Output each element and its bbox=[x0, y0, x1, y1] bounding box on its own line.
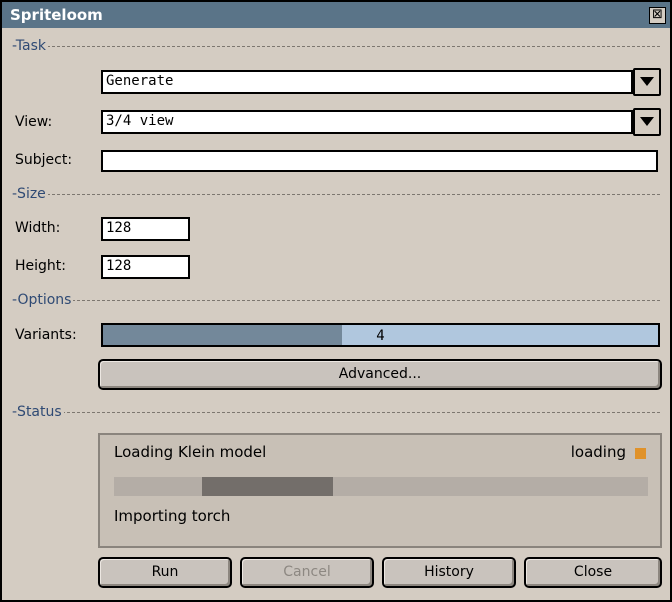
advanced-button[interactable]: Advanced... bbox=[98, 359, 662, 390]
window-title: Spriteloom bbox=[10, 6, 103, 24]
status-message: Loading Klein model bbox=[114, 443, 267, 461]
section-divider bbox=[12, 194, 660, 195]
section-divider bbox=[12, 300, 660, 301]
section-task: -Task bbox=[12, 38, 660, 54]
height-input[interactable]: 128 bbox=[101, 255, 190, 279]
view-label: View: bbox=[15, 114, 53, 130]
status-indicator-icon bbox=[635, 448, 646, 459]
close-window-icon[interactable]: ⊠ bbox=[649, 7, 666, 24]
variants-value: 4 bbox=[376, 328, 385, 344]
view-select[interactable]: 3/4 view bbox=[101, 110, 633, 134]
section-status-label: -Status bbox=[12, 404, 64, 420]
history-button[interactable]: History bbox=[382, 557, 516, 588]
run-button[interactable]: Run bbox=[98, 557, 232, 588]
view-dropdown-button[interactable] bbox=[633, 108, 661, 136]
spriteloom-window: Spriteloom ⊠ -Task Generate View: 3/4 vi… bbox=[0, 0, 672, 602]
variants-label: Variants: bbox=[15, 327, 77, 343]
mode-select[interactable]: Generate bbox=[101, 70, 633, 94]
width-label: Width: bbox=[15, 220, 61, 236]
section-task-label: -Task bbox=[12, 38, 48, 54]
section-size: -Size bbox=[12, 186, 660, 202]
loading-progress-bar bbox=[114, 477, 648, 496]
height-label: Height: bbox=[15, 258, 66, 274]
section-options-label: -Options bbox=[12, 292, 74, 308]
status-panel: Loading Klein model loading Importing to… bbox=[98, 433, 662, 548]
subject-label: Subject: bbox=[15, 152, 73, 168]
chevron-down-icon bbox=[640, 77, 654, 86]
cancel-button[interactable]: Cancel bbox=[240, 557, 374, 588]
section-divider bbox=[12, 46, 660, 47]
loading-progress-indicator bbox=[202, 477, 333, 496]
title-bar[interactable]: Spriteloom ⊠ bbox=[2, 2, 670, 30]
mode-dropdown-button[interactable] bbox=[633, 68, 661, 96]
close-button[interactable]: Close bbox=[524, 557, 662, 588]
section-status: -Status bbox=[12, 404, 660, 420]
section-options: -Options bbox=[12, 292, 660, 308]
variants-slider[interactable]: 4 bbox=[101, 323, 660, 347]
subject-input[interactable] bbox=[101, 150, 658, 172]
section-divider bbox=[12, 412, 660, 413]
width-input[interactable]: 128 bbox=[101, 217, 190, 241]
status-state: loading bbox=[570, 443, 626, 461]
status-detail: Importing torch bbox=[114, 507, 231, 525]
chevron-down-icon bbox=[640, 117, 654, 126]
section-size-label: -Size bbox=[12, 186, 48, 202]
